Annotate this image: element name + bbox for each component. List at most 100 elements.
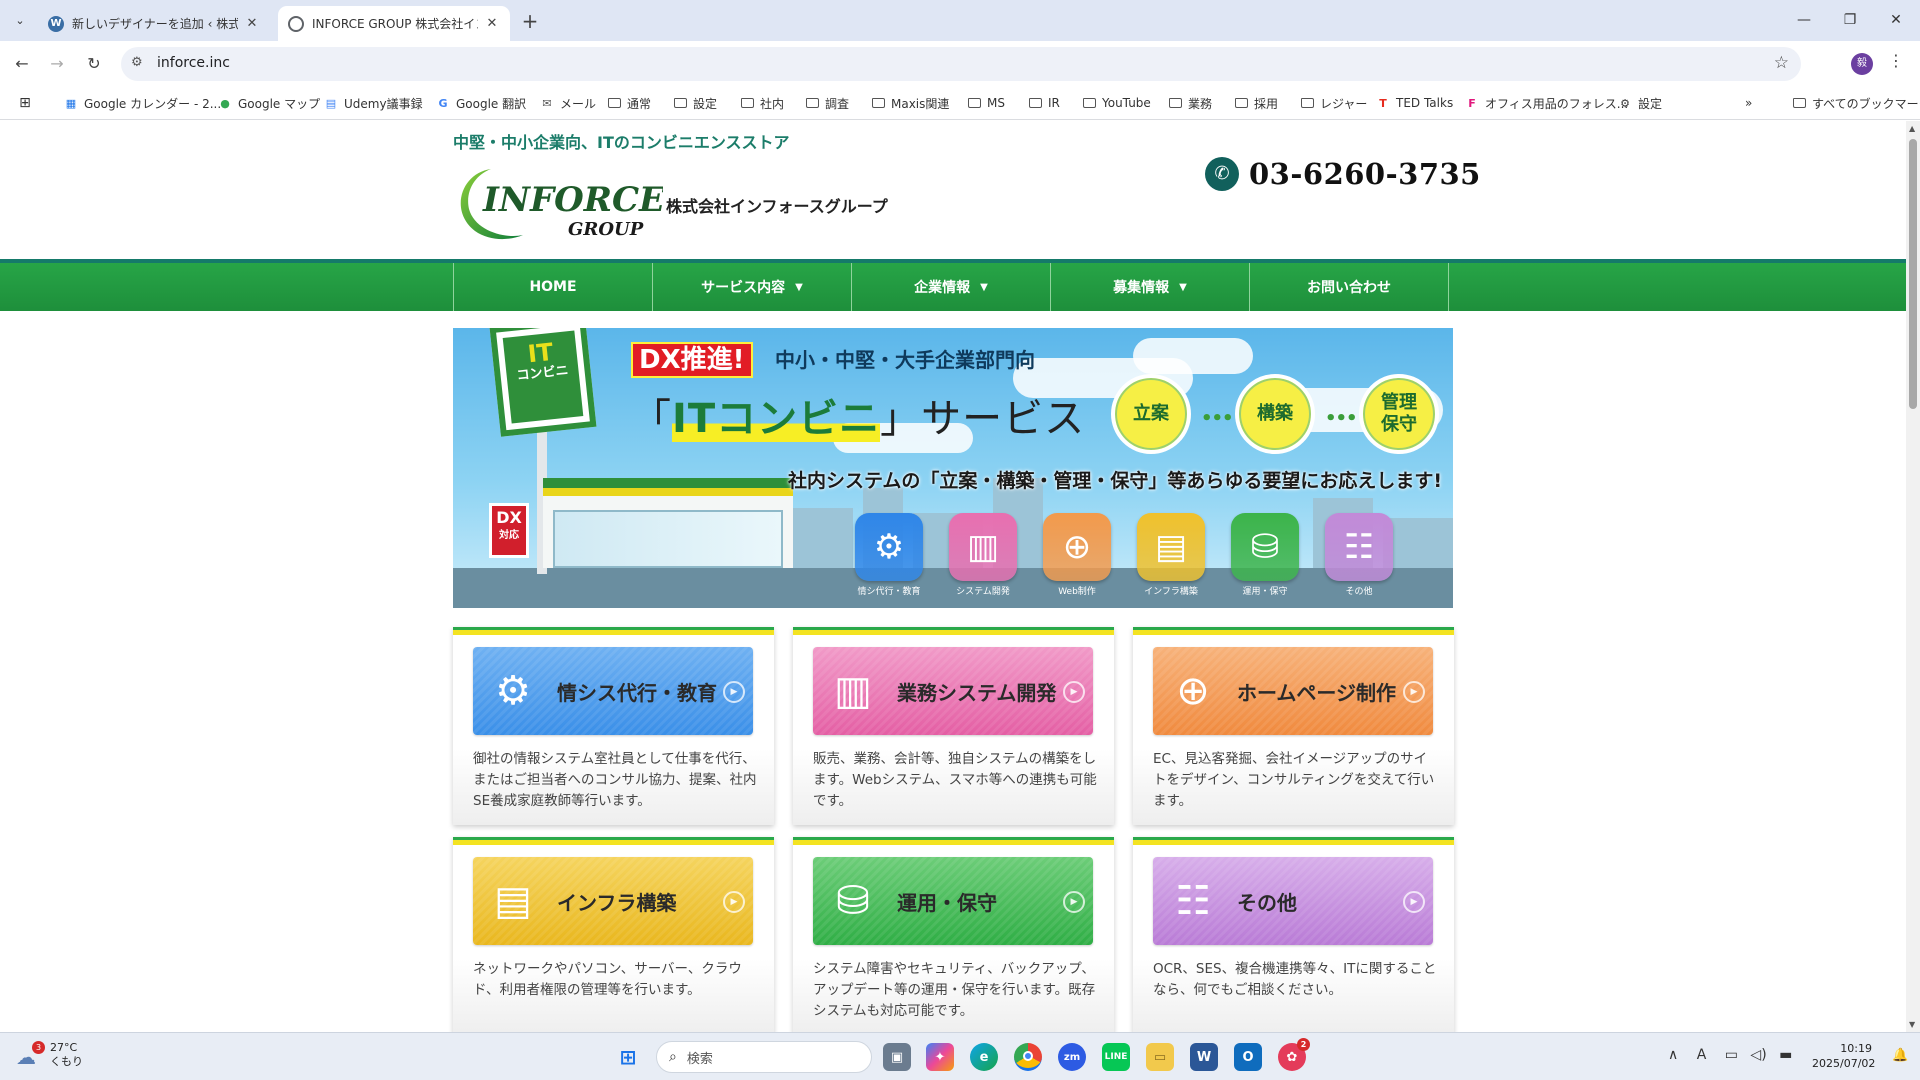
service-card-banner[interactable]: ⊕ ホームページ制作 ▶ [1153, 647, 1433, 735]
nav-item[interactable]: 募集情報 ▼ [1051, 263, 1250, 311]
tab-inforce[interactable]: INFORCE GROUP 株式会社インフ ✕ [278, 6, 510, 41]
bookmarks-overflow-button[interactable]: » [1745, 94, 1752, 112]
bookmark-item[interactable]: ▦ Google カレンダー - 2... [64, 94, 221, 112]
nav-item[interactable]: サービス内容 ▼ [653, 263, 852, 311]
bookmark-item[interactable]: ▤ Udemy議事録 [324, 94, 423, 112]
bookmark-item[interactable]: F オフィス用品のフォレス... [1465, 94, 1628, 112]
profile-avatar[interactable]: 毅 [1851, 53, 1873, 75]
reload-icon[interactable]: ↻ [82, 52, 106, 76]
task-view-icon[interactable]: ▣ [883, 1043, 911, 1071]
service-card-banner[interactable]: ☷ その他 ▶ [1153, 857, 1433, 945]
address-bar[interactable]: ⚙ inforce.inc ☆ [121, 47, 1801, 81]
service-card[interactable]: ⚙ 情シス代行・教育 ▶ 御社の情報システム室社員として仕事を代行、またはご担当者への… [453, 627, 774, 825]
apps-grid-icon[interactable]: ⊞ [18, 94, 38, 112]
service-card-banner[interactable]: ▤ インフラ構築 ▶ [473, 857, 753, 945]
service-card-banner[interactable]: ⚙ 情シス代行・教育 ▶ [473, 647, 753, 735]
new-tab-button[interactable]: + [518, 10, 542, 34]
service-card[interactable]: ▤ インフラ構築 ▶ ネットワークやパソコン、サーバー、クラウド、利用者権限の管理等を… [453, 837, 774, 1032]
volume-icon[interactable]: ◁) [1750, 1047, 1766, 1063]
clock[interactable]: 10:19 2025/07/02 [1812, 1041, 1875, 1071]
bookmark-item[interactable]: ✉ メール [540, 94, 596, 112]
nav-item[interactable]: お問い合わせ [1250, 263, 1449, 311]
url-text[interactable]: inforce.inc [157, 55, 230, 71]
zoom-icon[interactable]: zm [1058, 1043, 1086, 1071]
tab-close-icon[interactable]: ✕ [484, 16, 500, 31]
hero-service-icon[interactable]: ☷ その他 [1323, 513, 1395, 597]
back-icon[interactable]: ← [10, 52, 34, 76]
file-explorer-icon[interactable]: ▭ [1146, 1043, 1174, 1071]
bookmark-item[interactable]: レジャー [1300, 94, 1367, 112]
battery-icon[interactable]: ▬ [1779, 1047, 1792, 1063]
service-card[interactable]: ⛁ 運用・保守 ▶ システム障害やセキュリティ、バックアップ、アップデート等の運用・保… [793, 837, 1114, 1032]
arrow-circle-icon[interactable]: ▶ [723, 891, 745, 913]
bookmark-item[interactable]: 設定 [673, 94, 717, 112]
chevron-up-icon[interactable]: ∧ [1668, 1047, 1678, 1063]
folder-icon [871, 96, 885, 110]
arrow-circle-icon[interactable]: ▶ [1063, 681, 1085, 703]
bookmark-item[interactable]: ⚙ 設定 [1618, 94, 1662, 112]
nav-item[interactable]: 企業情報 ▼ [852, 263, 1051, 311]
hero-banner[interactable]: IT コンビニ DX 対応 DX推進! 中小・中堅・大手企業部門向 「ITコンビ… [453, 328, 1453, 608]
word-icon[interactable]: W [1190, 1043, 1218, 1071]
restore-icon[interactable]: ❐ [1830, 8, 1870, 32]
service-card-desc: 販売、業務、会計等、独自システムの構築をします。Webシステム、スマホ等への連携… [813, 751, 1097, 809]
service-card[interactable]: ▥ 業務システム開発 ▶ 販売、業務、会計等、独自システムの構築をします。Webシステ… [793, 627, 1114, 825]
arrow-circle-icon[interactable]: ▶ [1403, 891, 1425, 913]
windows-start-icon[interactable]: ⊞ [614, 1043, 642, 1071]
scroll-thumb[interactable] [1909, 139, 1917, 409]
arrow-circle-icon[interactable]: ▶ [1403, 681, 1425, 703]
bookmark-item[interactable]: IR [1028, 94, 1060, 112]
tab-search-dropdown[interactable]: ⌄ [8, 8, 32, 32]
service-card[interactable]: ☷ その他 ▶ OCR、SES、複合機連携等々、ITに関することなら、何でもご相談くだ… [1133, 837, 1454, 1032]
phone-number[interactable]: ✆ 03-6260-3735 [1205, 157, 1481, 191]
scroll-up-icon[interactable]: ▲ [1909, 124, 1915, 133]
service-card-banner[interactable]: ▥ 業務システム開発 ▶ [813, 647, 1093, 735]
arrow-circle-icon[interactable]: ▶ [723, 681, 745, 703]
network-icon[interactable]: ▭ [1725, 1047, 1738, 1063]
bookmark-item[interactable]: 通常 [607, 94, 651, 112]
site-info-icon[interactable]: ⚙ [131, 55, 143, 70]
chrome-icon[interactable] [1014, 1043, 1042, 1071]
edge-icon[interactable]: e [970, 1043, 998, 1071]
tab-close-icon[interactable]: ✕ [244, 16, 260, 31]
weather-widget[interactable]: ☁ 3 27°C くもり [16, 1041, 83, 1069]
all-bookmarks-button[interactable]: すべてのブックマーク [1792, 94, 1920, 112]
bookmark-item[interactable]: 調査 [805, 94, 849, 112]
bookmark-item[interactable]: MS [967, 94, 1005, 112]
close-window-icon[interactable]: ✕ [1876, 8, 1916, 32]
hero-service-icon[interactable]: ▤ インフラ構築 [1135, 513, 1207, 597]
hero-service-icon[interactable]: ▥ システム開発 [947, 513, 1019, 597]
menu-kebab-icon[interactable]: ⋮ [1888, 51, 1904, 70]
bookmark-item[interactable]: G Google 翻訳 [436, 94, 526, 112]
bookmark-item[interactable]: 採用 [1234, 94, 1278, 112]
bookmark-item[interactable]: Maxis関連 [871, 94, 949, 112]
service-card[interactable]: ⊕ ホームページ制作 ▶ EC、見込客発掘、会社イメージアップのサイトをデザイン、コン… [1133, 627, 1454, 825]
hero-service-icon[interactable]: ⚙ 情シ代行・教育 [853, 513, 925, 597]
taskbar-search[interactable]: ⌕ 検索 [656, 1041, 872, 1073]
bookmark-item[interactable]: YouTube [1082, 94, 1151, 112]
system-tray[interactable]: ∧ A ▭ ◁) ▬ [1668, 1047, 1792, 1063]
bookmark-item[interactable]: 業務 [1168, 94, 1212, 112]
bookmark-item[interactable]: 社内 [740, 94, 784, 112]
line-icon[interactable]: LINE [1102, 1043, 1130, 1071]
hero-service-icon[interactable]: ⛁ 運用・保守 [1229, 513, 1301, 597]
nav-item[interactable]: HOME [454, 263, 653, 311]
bookmark-star-icon[interactable]: ☆ [1774, 53, 1789, 73]
service-card-banner[interactable]: ⛁ 運用・保守 ▶ [813, 857, 1093, 945]
inforce-logo[interactable]: INFORCE GROUP [453, 161, 663, 246]
outlook-icon[interactable]: O [1234, 1043, 1262, 1071]
bookmark-item[interactable]: T TED Talks [1376, 94, 1453, 112]
weather-desc: くもり [50, 1055, 83, 1068]
forward-icon[interactable]: → [45, 52, 69, 76]
hero-service-icon[interactable]: ⊕ Web制作 [1041, 513, 1113, 597]
minimize-icon[interactable]: — [1784, 8, 1824, 32]
tab-wordpress[interactable]: W 新しいデザイナーを追加 ‹ 株式会社 ✕ [38, 6, 270, 41]
arrow-circle-icon[interactable]: ▶ [1063, 891, 1085, 913]
scroll-down-icon[interactable]: ▼ [1909, 1020, 1915, 1029]
ime-indicator[interactable]: A [1697, 1047, 1707, 1063]
page-scrollbar[interactable]: ▲ ▼ [1906, 121, 1920, 1032]
app-icon[interactable]: ✿ 2 [1278, 1038, 1310, 1071]
notification-icon[interactable]: 🔔 [1892, 1048, 1908, 1063]
bookmark-item[interactable]: ● Google マップ [218, 94, 320, 112]
copilot-icon[interactable]: ✦ [926, 1043, 954, 1071]
